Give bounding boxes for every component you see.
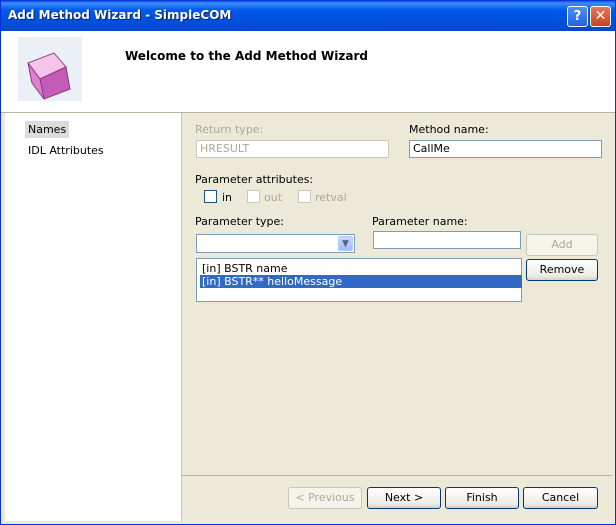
attr-out-label: out — [264, 191, 283, 204]
parameter-type-label: Parameter type: — [195, 215, 285, 228]
list-item[interactable]: [in] BSTR** helloMessage — [200, 275, 522, 288]
return-type-label: Return type: — [195, 123, 264, 136]
close-button[interactable]: ✕ — [590, 6, 611, 27]
wizard-header: Welcome to the Add Method Wizard — [1, 31, 615, 113]
nav-divider — [181, 113, 182, 521]
attr-in-label: in — [222, 191, 233, 204]
parameter-list[interactable]: [in] BSTR name [in] BSTR** helloMessage — [196, 258, 522, 302]
nav-item-names[interactable]: Names — [25, 121, 70, 138]
attr-out-checkbox[interactable] — [247, 190, 260, 203]
parameter-type-dropdown[interactable]: ▼ — [196, 234, 355, 253]
wizard-window: Add Method Wizard - SimpleCOM ? ✕ Welcom… — [0, 0, 616, 525]
window-title: Add Method Wizard - SimpleCOM — [8, 8, 232, 22]
attr-retval-checkbox[interactable] — [298, 190, 311, 203]
parameter-name-field[interactable] — [373, 231, 521, 249]
names-page: Return type: HRESULT Method name: CallMe… — [183, 113, 613, 475]
method-name-field[interactable]: CallMe — [409, 140, 602, 158]
list-item[interactable]: [in] BSTR name — [200, 262, 522, 275]
help-button[interactable]: ? — [567, 6, 588, 27]
next-button[interactable]: Next > — [367, 487, 441, 509]
wizard-cube-icon — [18, 37, 82, 101]
footer-divider — [182, 475, 612, 476]
nav-panel: Names IDL Attributes — [5, 113, 181, 521]
attr-in-checkbox[interactable] — [204, 190, 217, 203]
previous-button[interactable]: < Previous — [288, 487, 362, 509]
remove-button[interactable]: Remove — [526, 259, 598, 281]
attr-retval-label: retval — [315, 191, 347, 204]
parameter-attributes-label: Parameter attributes: — [195, 173, 314, 186]
header-title: Welcome to the Add Method Wizard — [125, 49, 368, 63]
parameter-name-label: Parameter name: — [372, 215, 468, 228]
chevron-down-icon[interactable]: ▼ — [338, 236, 353, 251]
nav-item-idl-attributes[interactable]: IDL Attributes — [25, 142, 107, 159]
cancel-button[interactable]: Cancel — [523, 487, 598, 509]
method-name-label: Method name: — [409, 123, 489, 136]
finish-button[interactable]: Finish — [445, 487, 519, 509]
return-type-field[interactable]: HRESULT — [196, 140, 389, 158]
add-button[interactable]: Add — [526, 234, 598, 256]
title-bar[interactable]: Add Method Wizard - SimpleCOM ? ✕ — [1, 1, 615, 31]
